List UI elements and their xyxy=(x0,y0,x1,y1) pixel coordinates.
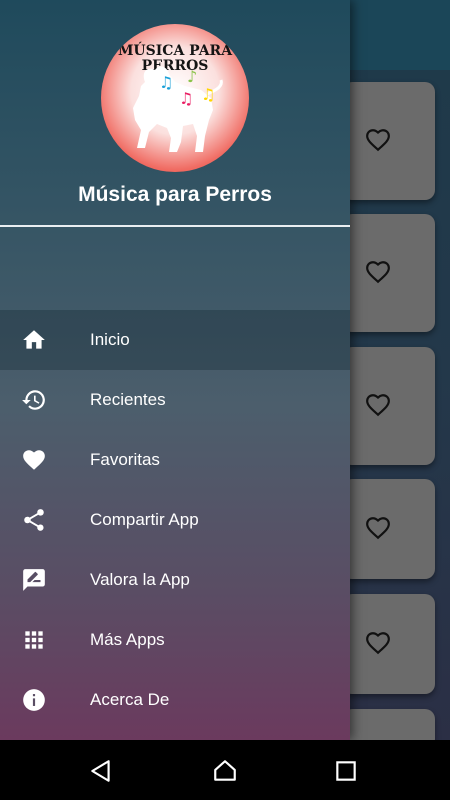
rate-review-icon xyxy=(23,569,45,591)
svg-text:♫: ♫ xyxy=(179,89,193,108)
drawer-menu: Inicio Recientes Favoritas Compartir App… xyxy=(0,310,350,730)
song-card[interactable] xyxy=(342,82,435,200)
share-icon xyxy=(24,509,44,531)
song-card[interactable] xyxy=(342,214,435,332)
menu-item-mas-apps[interactable]: Más Apps xyxy=(0,610,350,670)
navigation-drawer: MÚSICA PARA PERROS ♫ ♪ ♫ ♫ Música para P… xyxy=(0,0,350,740)
heart-outline-icon[interactable] xyxy=(364,392,392,418)
menu-item-acerca-de[interactable]: Acerca De xyxy=(0,670,350,730)
menu-item-valora-la-app[interactable]: Valora la App xyxy=(0,550,350,610)
menu-item-inicio[interactable]: Inicio xyxy=(0,310,350,370)
app-logo: MÚSICA PARA PERROS ♫ ♪ ♫ ♫ xyxy=(101,24,249,172)
menu-item-label: Valora la App xyxy=(90,570,190,589)
svg-text:♫: ♫ xyxy=(159,73,173,92)
grid-apps-icon xyxy=(25,631,43,649)
menu-item-recientes[interactable]: Recientes xyxy=(0,370,350,430)
menu-item-label: Compartir App xyxy=(90,510,199,529)
menu-item-label: Favoritas xyxy=(90,450,160,469)
info-icon xyxy=(23,689,45,711)
menu-item-label: Recientes xyxy=(90,390,166,409)
svg-text:♪: ♪ xyxy=(187,67,197,86)
menu-item-compartir-app[interactable]: Compartir App xyxy=(0,490,350,550)
song-card[interactable] xyxy=(342,479,435,579)
menu-item-favoritas[interactable]: Favoritas xyxy=(0,430,350,490)
heart-outline-icon[interactable] xyxy=(364,259,392,285)
song-card[interactable] xyxy=(342,594,435,694)
song-card[interactable] xyxy=(342,347,435,465)
menu-item-label: Inicio xyxy=(90,330,130,349)
heart-icon xyxy=(23,450,45,470)
history-icon xyxy=(22,390,45,410)
home-icon xyxy=(23,330,45,349)
header-divider xyxy=(0,225,350,227)
home-outline-icon[interactable] xyxy=(212,758,238,784)
svg-text:♫: ♫ xyxy=(201,85,215,104)
app-name: Música para Perros xyxy=(78,183,272,206)
square-recents-icon[interactable] xyxy=(333,758,359,784)
menu-item-label: Más Apps xyxy=(90,630,165,649)
drawer-header: MÚSICA PARA PERROS ♫ ♪ ♫ ♫ Música para P… xyxy=(0,0,350,228)
heart-outline-icon[interactable] xyxy=(364,127,392,153)
menu-item-label: Acerca De xyxy=(90,690,170,709)
system-nav-bar xyxy=(0,740,450,800)
back-triangle-icon[interactable] xyxy=(88,758,114,784)
heart-outline-icon[interactable] xyxy=(364,515,392,541)
dog-silhouette-icon: ♫ ♪ ♫ ♫ xyxy=(133,66,223,152)
heart-outline-icon[interactable] xyxy=(364,630,392,656)
